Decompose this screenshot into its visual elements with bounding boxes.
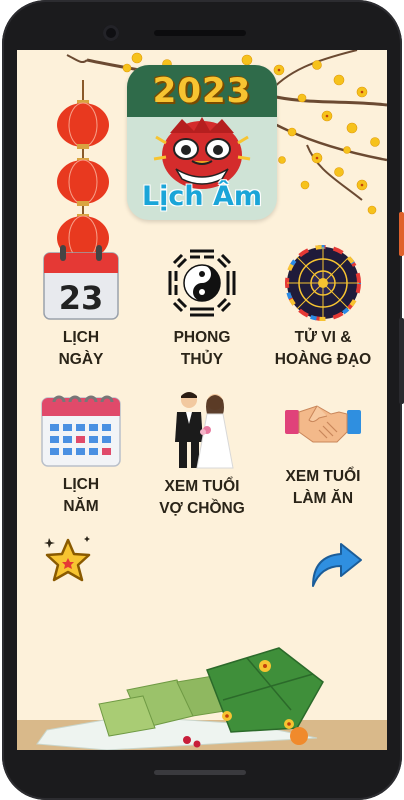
volume-button — [399, 318, 404, 404]
home-screen: 2023 Lịch Âm 23 LỊCH NGÀY PHONG THỦY TỬ … — [17, 50, 387, 750]
calendar-day-icon: 23 — [43, 245, 119, 320]
zodiac-wheel-icon — [285, 245, 361, 321]
menu-tu-vi-hoang-dao[interactable]: TỬ VI & HOÀNG ĐẠO — [263, 245, 383, 371]
menu-label: LỊCH NĂM — [62, 476, 100, 515]
star-icon[interactable] — [43, 532, 93, 586]
red-lanterns-decoration — [57, 80, 109, 260]
menu-lich-nam[interactable]: LỊCH NĂM — [21, 390, 141, 518]
menu-label: XEM TUỔI LÀM ĂN — [285, 468, 361, 507]
wedding-couple-icon — [175, 392, 234, 469]
menu-label: PHONG THỦY — [173, 329, 231, 368]
phone-frame: 2023 Lịch Âm 23 LỊCH NGÀY PHONG THỦY TỬ … — [2, 0, 404, 800]
bagua-icon — [168, 249, 236, 317]
share-arrow-icon[interactable] — [307, 540, 363, 592]
menu-label: LỊCH NGÀY — [58, 329, 104, 368]
menu-xem-tuoi-lam-an[interactable]: XEM TUỔI LÀM ĂN — [263, 390, 383, 510]
front-camera — [103, 25, 119, 41]
menu-phong-thuy[interactable]: PHONG THỦY — [142, 245, 262, 371]
logo-app-name: Lịch Âm — [141, 181, 263, 212]
menu-label: XEM TUỔI VỢ CHỒNG — [159, 478, 245, 517]
calendar-day-number: 23 — [59, 279, 104, 317]
banh-chung-decoration — [17, 647, 387, 750]
menu-label: TỬ VI & HOÀNG ĐẠO — [274, 329, 372, 368]
menu-lich-ngay[interactable]: 23 LỊCH NGÀY — [21, 245, 141, 371]
menu-xem-tuoi-vo-chong[interactable]: XEM TUỔI VỢ CHỒNG — [142, 390, 262, 520]
handshake-icon — [285, 405, 361, 443]
lion-head-icon — [153, 117, 251, 189]
app-logo: 2023 Lịch Âm — [127, 65, 277, 220]
logo-year: 2023 — [152, 71, 252, 111]
earpiece-speaker — [154, 30, 246, 36]
bottom-speaker — [154, 770, 246, 775]
power-button — [399, 212, 404, 256]
calendar-year-icon — [41, 395, 121, 467]
